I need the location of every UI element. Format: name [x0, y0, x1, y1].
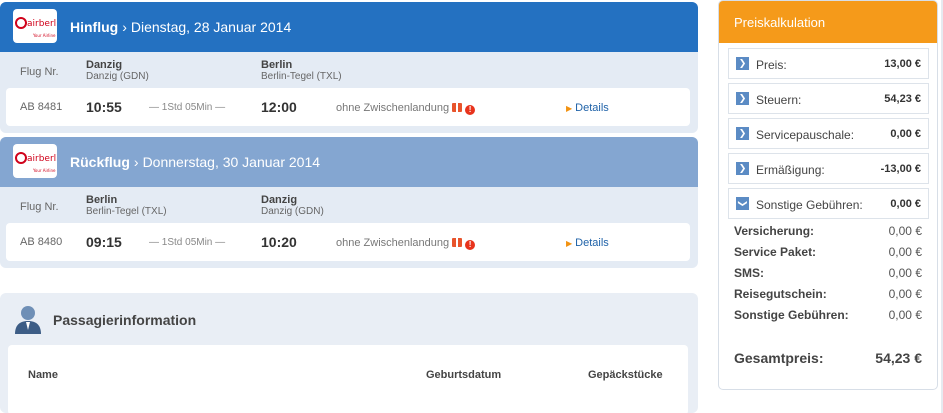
fee-value-reisegutschein: 0,00 €	[888, 287, 922, 301]
flight-number-label: Flug Nr.	[20, 66, 59, 78]
total-label: Gesamtpreis:	[734, 350, 824, 366]
warning-icon[interactable]: !	[465, 240, 476, 250]
flight-date: Donnerstag, 30 Januar 2014	[142, 154, 321, 170]
flight-row[interactable]: AB 8480 09:15 — 1Std 05Min — 10:20 ohne …	[6, 223, 690, 261]
title-separator: ›	[133, 154, 139, 170]
column-header-name: Name	[28, 369, 58, 381]
details-link[interactable]: ▶ Details	[566, 237, 609, 249]
price-row-preis[interactable]: ❯ Preis: 13,00 €	[728, 48, 929, 79]
price-row-value: 13,00 €	[884, 58, 921, 70]
stops-text: ohne Zwischenlandung	[336, 237, 450, 249]
return-flight-panel: airberlin Your Airline Rückflug›Donnerst…	[0, 137, 698, 268]
price-row-sonstige-gebuehren[interactable]: ❯ Sonstige Gebühren: 0,00 €	[728, 188, 929, 219]
chevron-right-icon[interactable]: ❯	[736, 92, 749, 105]
passenger-info-panel: Passagierinformation Name Geburtsdatum G…	[0, 293, 698, 413]
fee-value-sonstige: 0,00 €	[888, 308, 922, 322]
stops-info: ohne Zwischenlandung!	[336, 237, 476, 250]
chevron-down-icon[interactable]: ❯	[736, 197, 749, 210]
arrival-airport: Berlin-Tegel (TXL)	[261, 71, 342, 82]
logo-tagline: Your Airline	[33, 33, 56, 38]
fee-label-reisegutschein: Reisegutschein:	[734, 287, 827, 301]
passenger-title: Passagierinformation	[53, 312, 197, 328]
departure-city-name: Berlin	[86, 194, 118, 206]
fee-label-versicherung: Versicherung:	[734, 224, 815, 238]
direction-label: Hinflug	[70, 19, 119, 35]
fee-value-versicherung: 0,00 €	[888, 224, 922, 238]
logo-wordmark: airberlin	[27, 154, 57, 164]
details-label: Details	[575, 237, 609, 249]
arrival-airport: Danzig (GDN)	[261, 206, 324, 217]
arrival-city-name: Danzig	[261, 194, 298, 206]
logo-wordmark: airberlin	[27, 19, 57, 29]
chevron-right-icon[interactable]: ❯	[736, 57, 749, 70]
arrival-city-name: Berlin	[261, 59, 293, 71]
arrow-right-icon: ▶	[566, 239, 573, 248]
stops-text: ohne Zwischenlandung	[336, 102, 450, 114]
fee-label-sonstige: Sonstige Gebühren:	[734, 308, 849, 322]
price-row-label: Servicepauschale:	[756, 128, 855, 142]
route-header: Flug Nr. Danzig Danzig (GDN) Berlin Berl…	[0, 52, 698, 88]
departure-time: 09:15	[86, 234, 122, 250]
fee-label-sms: SMS:	[734, 266, 764, 280]
flight-number: AB 8481	[20, 101, 63, 113]
return-header: airberlin Your Airline Rückflug›Donnerst…	[0, 137, 698, 187]
fee-label-service-paket: Service Paket:	[734, 245, 817, 259]
outbound-title: Hinflug › Dienstag, 28 Januar 2014	[70, 19, 291, 35]
price-calculation-panel: Preiskalkulation ❯ Preis: 13,00 € ❯ Steu…	[718, 0, 938, 390]
price-row-label: Ermäßigung:	[756, 163, 825, 177]
airberlin-logo: airberlin Your Airline	[13, 144, 57, 178]
price-row-label: Steuern:	[756, 93, 802, 107]
flight-number: AB 8480	[20, 236, 63, 248]
total-value: 54,23 €	[875, 350, 922, 366]
flight-duration: — 1Std 05Min —	[149, 102, 226, 113]
flight-duration: — 1Std 05Min —	[149, 237, 226, 248]
departure-airport: Berlin-Tegel (TXL)	[86, 206, 167, 217]
warning-icon[interactable]: !	[465, 105, 476, 115]
departure-time: 10:55	[86, 99, 122, 115]
departure-city: Danzig Danzig (GDN)	[86, 59, 149, 82]
price-row-value: 0,00 €	[890, 128, 921, 140]
chevron-right-icon[interactable]: ❯	[736, 127, 749, 140]
price-title: Preiskalkulation	[719, 1, 937, 43]
flight-row[interactable]: AB 8481 10:55 — 1Std 05Min — 12:00 ohne …	[6, 88, 690, 126]
flight-date: Dienstag, 28 Januar 2014	[130, 19, 292, 35]
flight-number-label: Flug Nr.	[20, 201, 59, 213]
logo-tagline: Your Airline	[33, 168, 56, 173]
arrival-city: Danzig Danzig (GDN)	[261, 194, 324, 217]
route-header: Flug Nr. Berlin Berlin-Tegel (TXL) Danzi…	[0, 187, 698, 223]
person-icon	[15, 306, 41, 334]
title-separator: ›	[122, 19, 127, 35]
arrival-time: 10:20	[261, 234, 297, 250]
direction-label: Rückflug	[70, 154, 130, 170]
column-header-luggage: Gepäckstücke	[588, 369, 663, 381]
price-row-value: -13,00 €	[880, 163, 921, 175]
arrival-city: Berlin Berlin-Tegel (TXL)	[261, 59, 342, 82]
price-row-steuern[interactable]: ❯ Steuern: 54,23 €	[728, 83, 929, 114]
departure-city-name: Danzig	[86, 59, 123, 71]
return-title: Rückflug › Donnerstag, 30 Januar 2014	[70, 154, 320, 170]
price-row-label: Sonstige Gebühren:	[756, 198, 863, 212]
price-row-ermaessigung[interactable]: ❯ Ermäßigung: -13,00 €	[728, 153, 929, 184]
gift-icon[interactable]	[452, 238, 463, 247]
airberlin-logo: airberlin Your Airline	[13, 9, 57, 43]
price-row-value: 54,23 €	[884, 93, 921, 105]
details-label: Details	[575, 102, 609, 114]
details-link[interactable]: ▶ Details	[566, 102, 609, 114]
price-row-label: Preis:	[756, 58, 787, 72]
stops-info: ohne Zwischenlandung!	[336, 102, 476, 115]
outbound-header: airberlin Your Airline Hinflug›Dienstag,…	[0, 2, 698, 52]
gift-icon[interactable]	[452, 103, 463, 112]
column-header-birthdate: Geburtsdatum	[426, 369, 502, 381]
price-row-value: 0,00 €	[890, 198, 921, 210]
chevron-right-icon[interactable]: ❯	[736, 162, 749, 175]
fee-value-service-paket: 0,00 €	[888, 245, 922, 259]
departure-city: Berlin Berlin-Tegel (TXL)	[86, 194, 167, 217]
arrival-time: 12:00	[261, 99, 297, 115]
fee-value-sms: 0,00 €	[888, 266, 922, 280]
arrow-right-icon: ▶	[566, 104, 573, 113]
price-row-servicepauschale[interactable]: ❯ Servicepauschale: 0,00 €	[728, 118, 929, 149]
outbound-flight-panel: airberlin Your Airline Hinflug›Dienstag,…	[0, 2, 698, 133]
departure-airport: Danzig (GDN)	[86, 71, 149, 82]
passenger-table: Name Geburtsdatum Gepäckstücke	[8, 345, 688, 413]
